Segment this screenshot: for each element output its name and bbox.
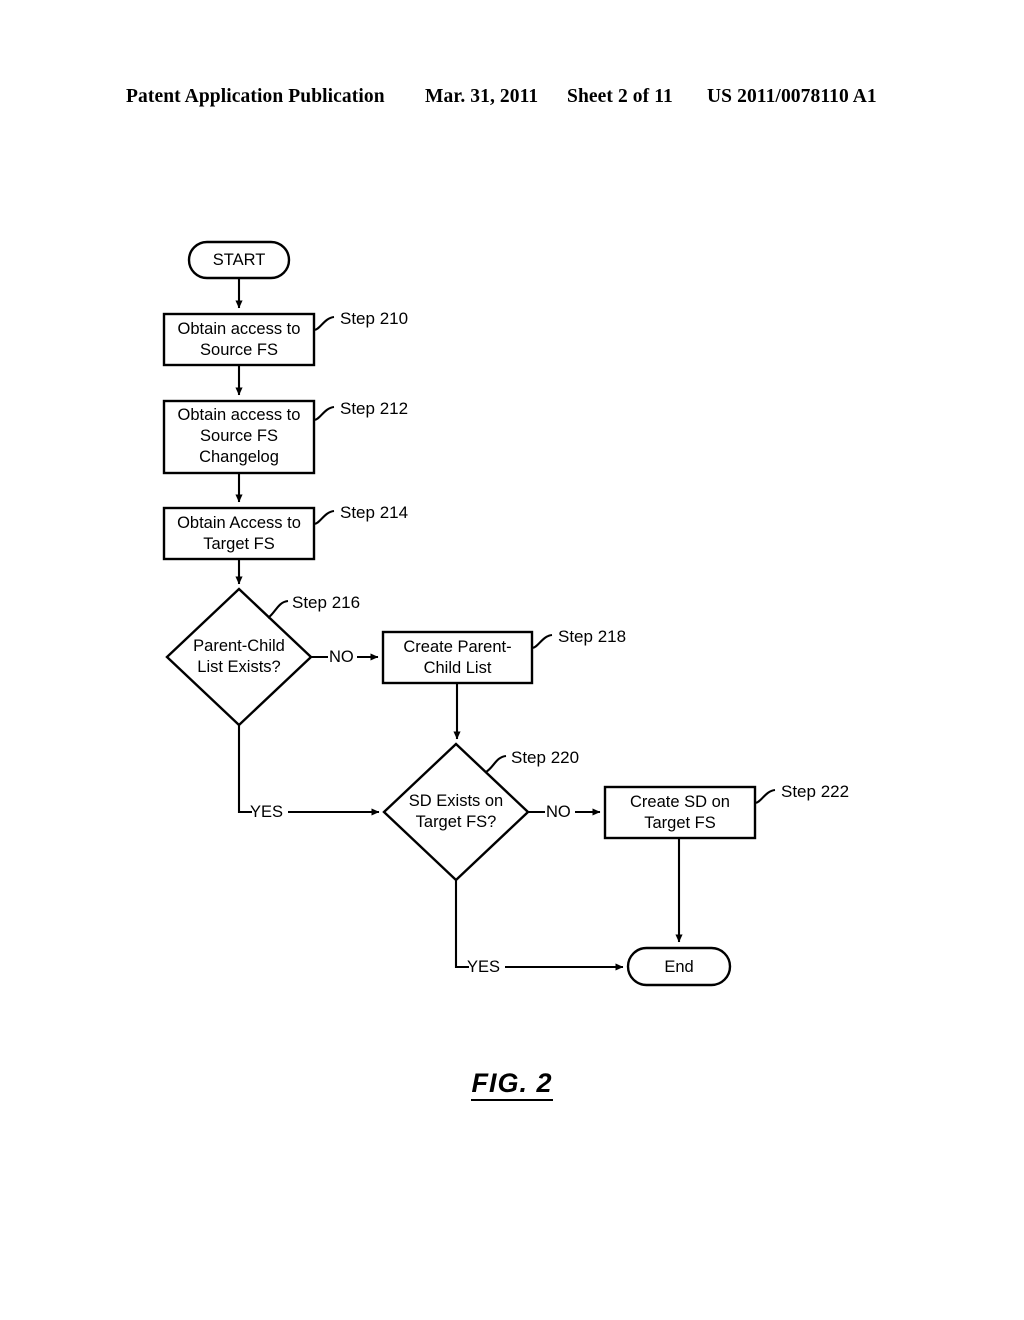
node-step210-shape	[162, 312, 316, 367]
node-end-shape	[626, 946, 732, 987]
figure-caption-text: FIG. 2	[471, 1068, 553, 1101]
node-step220-shape	[382, 742, 530, 882]
edge-step220-yes-path	[454, 880, 469, 969]
edge-step216-yes-path	[237, 725, 252, 814]
node-step218-shape	[381, 630, 534, 685]
flowchart-diagram	[162, 240, 776, 987]
node-start-shape	[187, 240, 291, 280]
node-step214-shape	[162, 506, 316, 561]
leader-step214	[313, 509, 335, 526]
node-step212-shape	[162, 399, 316, 475]
leader-step210	[313, 315, 335, 332]
node-step222-shape	[603, 785, 757, 840]
figure-caption: FIG. 2	[0, 1068, 1024, 1101]
leader-step216	[267, 599, 289, 619]
node-step216-shape	[165, 587, 313, 727]
leader-step218	[531, 633, 553, 650]
leader-step222	[754, 788, 776, 805]
leader-step220	[485, 754, 507, 773]
leader-step212	[313, 405, 335, 422]
patent-drawing-page: Patent Application Publication Mar. 31, …	[0, 0, 1024, 1320]
